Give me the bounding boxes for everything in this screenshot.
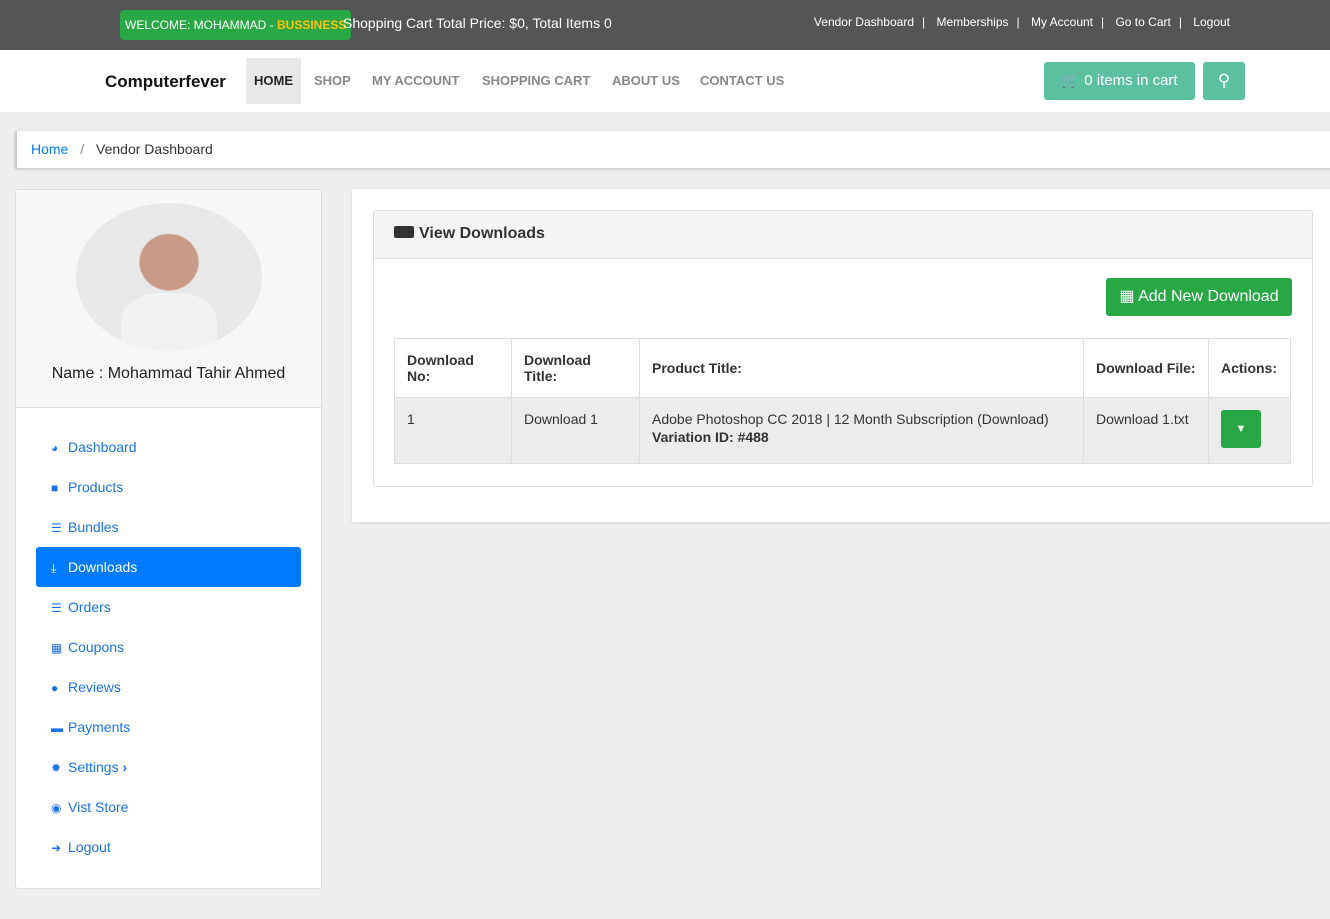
table-header-row: Download No: Download Title: Product Tit…: [394, 338, 1291, 398]
sidebar-item-label: Products: [68, 479, 124, 495]
sidebar-item-visit-store[interactable]: ◉ Vist Store: [36, 787, 301, 827]
gift-icon: ▦: [51, 641, 63, 655]
sidebar-item-logout[interactable]: ➜ Logout: [36, 827, 301, 867]
panel-header: View Downloads: [374, 211, 1312, 259]
credit-card-icon: ▬: [51, 721, 63, 735]
sidebar-item-label: Logout: [68, 839, 111, 855]
sidebar-item-downloads[interactable]: ⤓ Downloads: [36, 547, 301, 587]
sidebar-item-settings[interactable]: ✹ Settings ›: [36, 747, 301, 787]
sidebar-item-label: Orders: [68, 599, 111, 615]
product-title: Adobe Photoshop CC 2018 | 12 Month Subsc…: [652, 411, 1049, 427]
avatar: [76, 203, 262, 351]
nav-shop[interactable]: SHOP: [306, 58, 359, 104]
welcome-badge: WELCOME: MOHAMMAD - BUSSINESS: [120, 10, 352, 40]
add-new-download-button[interactable]: ▦ Add New Download: [1106, 278, 1292, 316]
tachometer-icon: ◕: [51, 441, 59, 455]
list-icon: ☰: [51, 601, 62, 615]
chevron-right-icon: ›: [122, 759, 128, 775]
main-nav: Computerfever HOME SHOP MY ACCOUNT SHOPP…: [0, 50, 1330, 112]
downloads-table: Download No: Download Title: Product Tit…: [394, 338, 1291, 464]
sidebar-item-dashboard[interactable]: ◕ Dashboard: [36, 427, 301, 467]
caret-down-icon: ▼: [1235, 423, 1247, 435]
top-links: Vendor Dashboard | Memberships | My Accoun…: [813, 15, 1230, 29]
breadcrumb: Home / Vendor Dashboard: [15, 131, 1330, 168]
role-text: BUSSINESS: [277, 18, 347, 32]
sidebar-item-orders[interactable]: ☰ Orders: [36, 587, 301, 627]
search-icon: ⚲: [1217, 71, 1231, 90]
cell-product: Adobe Photoshop CC 2018 | 12 Month Subsc…: [639, 397, 1084, 464]
column-header: Product Title:: [639, 338, 1084, 398]
breadcrumb-home[interactable]: Home: [31, 141, 68, 157]
profile-name: Name : Mohammad Tahir Ahmed: [51, 365, 286, 382]
link-my-account[interactable]: My Account: [1031, 15, 1093, 29]
sidebar-item-reviews[interactable]: ● Reviews: [36, 667, 301, 707]
table-row: 1 Download 1 Adobe Photoshop CC 2018 | 1…: [394, 397, 1291, 464]
cell-file: Download 1.txt: [1083, 397, 1209, 464]
sidebar-item-label: Payments: [68, 719, 131, 735]
comments-icon: ●: [51, 681, 59, 695]
sidebar-item-label: Bundles: [68, 519, 119, 535]
column-header: Download No:: [394, 338, 512, 398]
sidebar-item-label: Settings: [68, 759, 119, 775]
breadcrumb-separator: /: [80, 141, 85, 157]
add-button-label: Add New Download: [1138, 288, 1279, 305]
column-header: Actions:: [1208, 338, 1291, 398]
sidebar-item-label: Vist Store: [68, 799, 129, 815]
search-button[interactable]: ⚲: [1203, 62, 1245, 100]
sign-out-icon: ➜: [51, 841, 62, 855]
sidebar-item-label: Coupons: [68, 639, 125, 655]
nav-home[interactable]: HOME: [246, 58, 301, 104]
cart-summary: Shopping Cart Total Price: $0, Total Ite…: [343, 15, 612, 31]
nav-about-us[interactable]: ABOUT US: [604, 58, 688, 104]
nav-my-account[interactable]: MY ACCOUNT: [364, 58, 467, 104]
panel-title: View Downloads: [419, 225, 545, 242]
download-icon: ⤓: [51, 561, 57, 575]
money-icon: [394, 226, 414, 238]
sidebar-item-payments[interactable]: ▬ Payments: [36, 707, 301, 747]
main-content: View Downloads ▦ Add New Download Downlo…: [352, 189, 1330, 522]
cell-no: 1: [394, 397, 512, 464]
link-go-to-cart[interactable]: Go to Cart: [1115, 15, 1170, 29]
nav-contact-us[interactable]: CONTACT US: [692, 58, 792, 104]
actions-dropdown-button[interactable]: ▼: [1221, 410, 1261, 448]
link-vendor-dashboard[interactable]: Vendor Dashboard: [814, 15, 914, 29]
sidebar-item-bundles[interactable]: ☰ Bundles: [36, 507, 301, 547]
cell-title: Download 1: [511, 397, 640, 464]
gift-icon: ▦: [1119, 288, 1135, 305]
brand-logo[interactable]: Computerfever: [105, 72, 226, 92]
gear-icon: ✹: [51, 761, 62, 775]
sidebar-item-products[interactable]: ■ Products: [36, 467, 301, 507]
profile-section: Name : Mohammad Tahir Ahmed: [16, 190, 321, 408]
cart-icon: 🛒: [1061, 72, 1081, 89]
briefcase-icon: ■: [51, 481, 59, 495]
sidebar: Name : Mohammad Tahir Ahmed ◕ Dashboard ■…: [15, 189, 322, 889]
breadcrumb-current: Vendor Dashboard: [96, 141, 213, 157]
link-memberships[interactable]: Memberships: [936, 15, 1008, 29]
column-header: Download File:: [1083, 338, 1209, 398]
variation-id: Variation ID: #488: [652, 429, 769, 445]
link-logout[interactable]: Logout: [1193, 15, 1230, 29]
cell-actions: ▼: [1208, 397, 1291, 464]
downloads-panel: View Downloads ▦ Add New Download Downlo…: [373, 210, 1313, 487]
sidebar-item-label: Downloads: [68, 559, 138, 575]
cart-button-label: 0 items in cart: [1084, 72, 1178, 89]
sidebar-item-label: Reviews: [68, 679, 121, 695]
eye-icon: ◉: [51, 801, 62, 815]
tasks-icon: ☰: [51, 521, 62, 535]
welcome-text: WELCOME: MOHAMMAD -: [125, 18, 277, 32]
nav-shopping-cart[interactable]: SHOPPING CART: [474, 58, 598, 104]
cart-button[interactable]: 🛒 0 items in cart: [1044, 62, 1195, 100]
sidebar-item-label: Dashboard: [68, 439, 137, 455]
column-header: Download Title:: [511, 338, 640, 398]
sidebar-item-coupons[interactable]: ▦ Coupons: [36, 627, 301, 667]
top-bar: WELCOME: MOHAMMAD - BUSSINESS Shopping C…: [0, 0, 1330, 50]
